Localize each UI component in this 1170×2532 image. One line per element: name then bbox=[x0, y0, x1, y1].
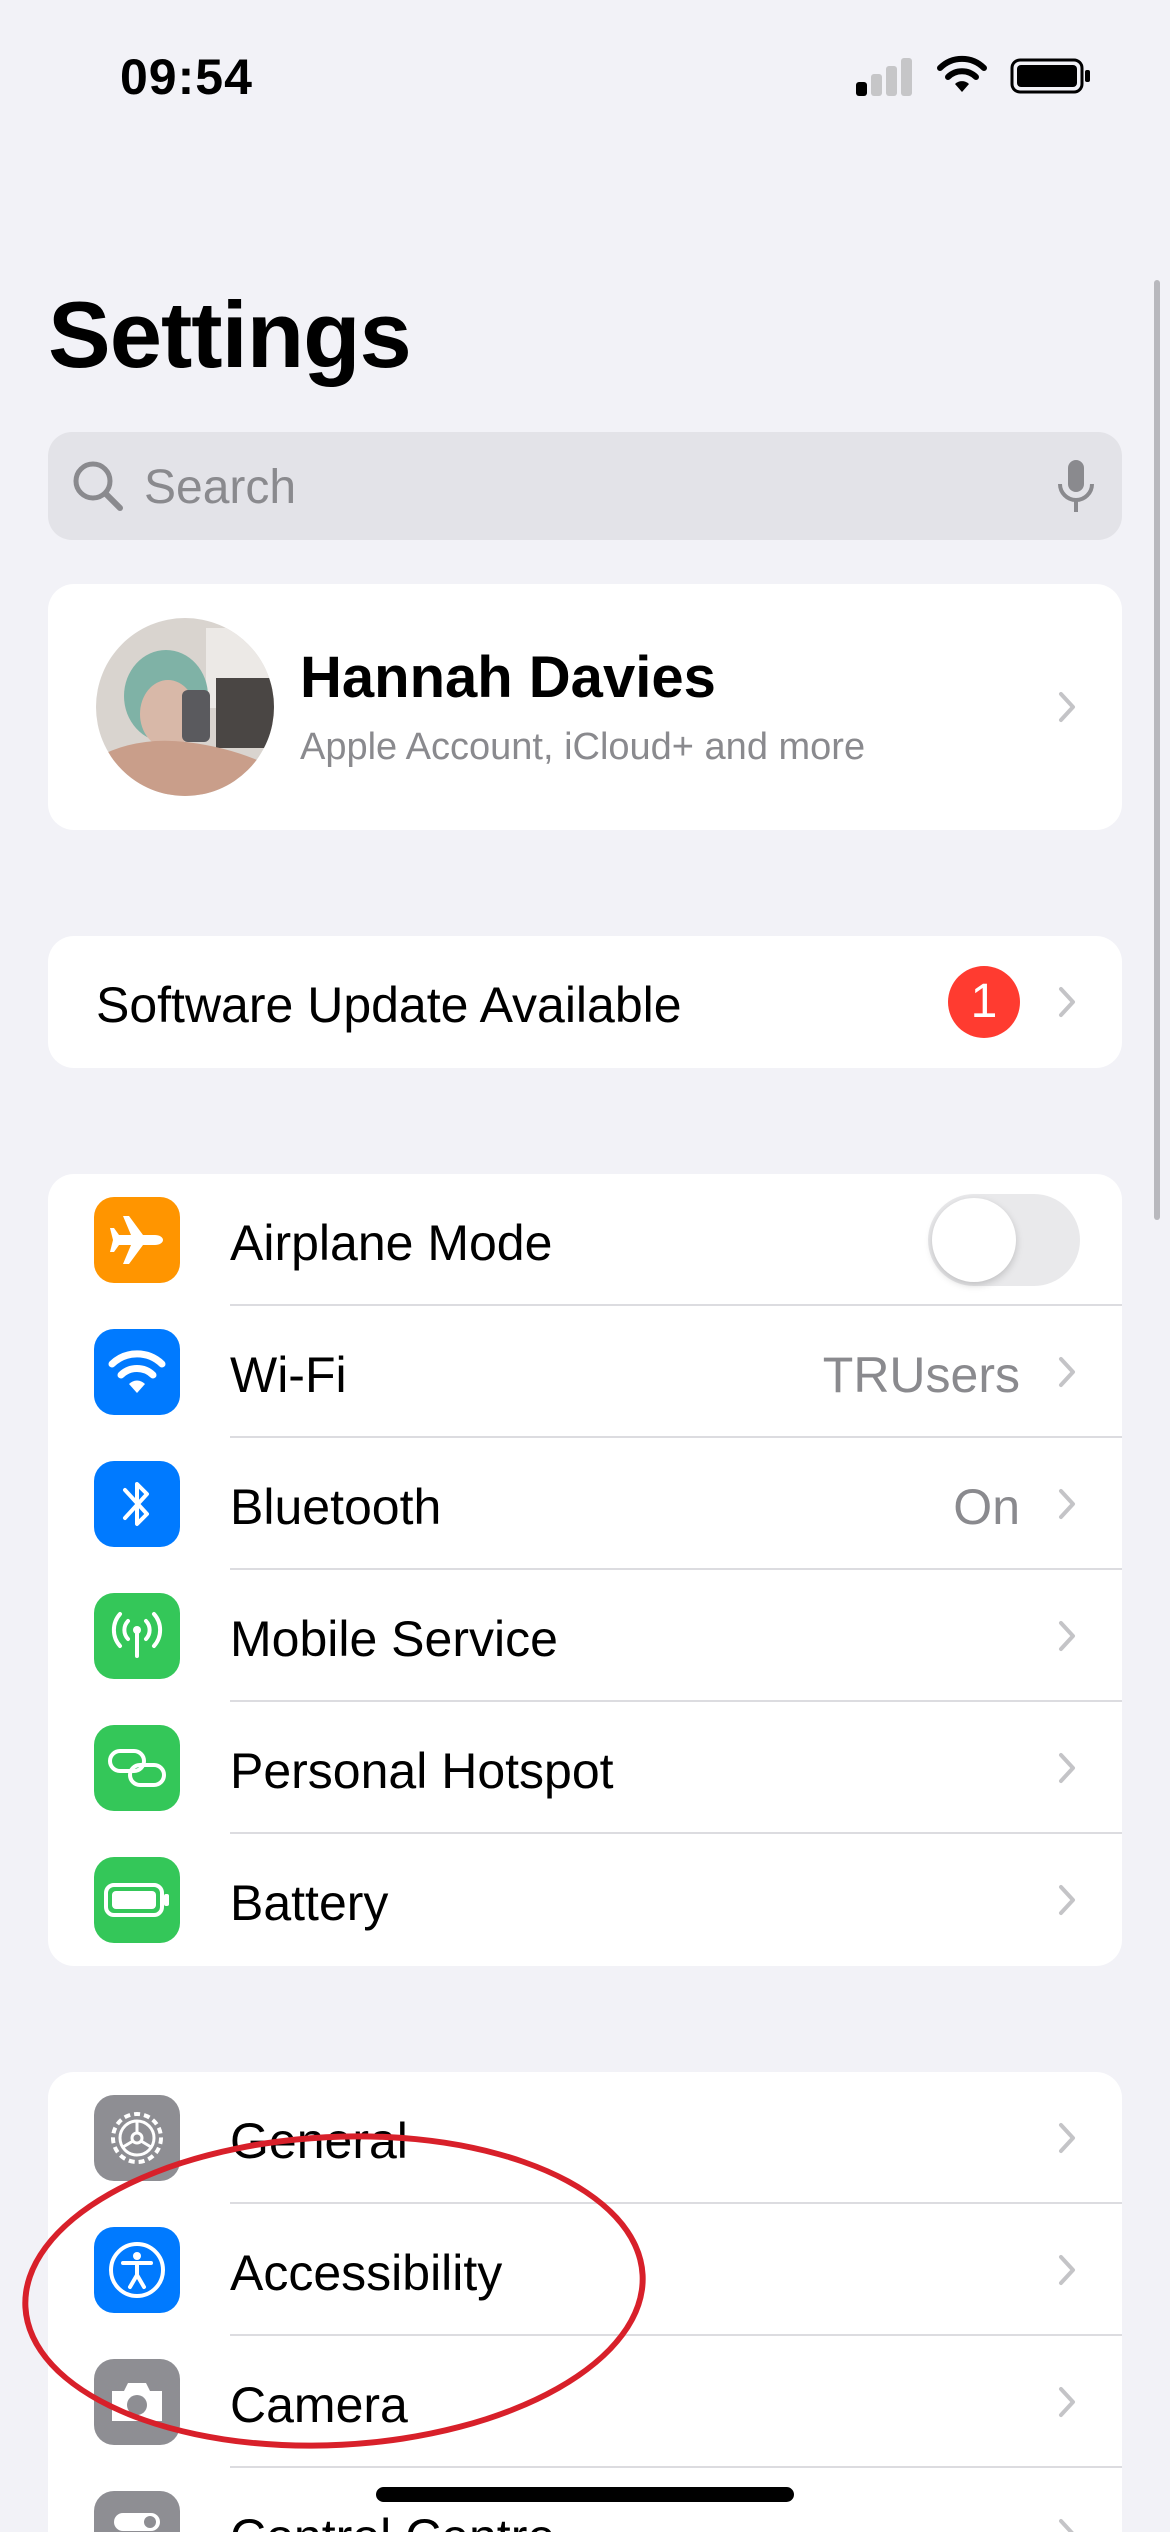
row-label: Battery bbox=[230, 1875, 389, 1931]
status-bar: 09:54 bbox=[0, 0, 1170, 150]
battery-icon bbox=[94, 1857, 180, 1943]
status-time: 09:54 bbox=[120, 49, 253, 105]
wifi-icon bbox=[937, 55, 987, 92]
camera-row[interactable]: Camera bbox=[48, 2336, 1122, 2468]
profile-subtitle: Apple Account, iCloud+ and more bbox=[300, 726, 866, 768]
personal-hotspot-row[interactable]: Personal Hotspot bbox=[48, 1702, 1122, 1834]
bluetooth-icon bbox=[94, 1461, 180, 1547]
chevron-right-icon bbox=[1059, 2123, 1075, 2153]
chevron-right-icon bbox=[1059, 692, 1075, 722]
software-update-label: Software Update Available bbox=[96, 977, 682, 1033]
general-group: General Accessibility Camera Control Cen… bbox=[48, 2072, 1122, 2532]
row-value: On bbox=[953, 1479, 1020, 1535]
bluetooth-row[interactable]: Bluetooth On bbox=[48, 1438, 1122, 1570]
row-label: Bluetooth bbox=[230, 1479, 442, 1535]
general-row[interactable]: General bbox=[48, 2072, 1122, 2204]
row-label: Mobile Service bbox=[230, 1611, 558, 1667]
chevron-right-icon bbox=[1059, 1357, 1075, 1387]
battery-icon bbox=[1010, 58, 1090, 94]
search-field[interactable]: Search bbox=[48, 432, 1122, 540]
airplane-icon bbox=[94, 1197, 180, 1283]
magnifying-glass-icon bbox=[73, 461, 123, 511]
chevron-right-icon bbox=[1059, 2255, 1075, 2285]
row-label: Camera bbox=[230, 2377, 408, 2433]
airplane-mode-row[interactable]: Airplane Mode bbox=[48, 1174, 1122, 1306]
chevron-right-icon bbox=[1059, 1621, 1075, 1651]
mobile-service-row[interactable]: Mobile Service bbox=[48, 1570, 1122, 1702]
row-label: Personal Hotspot bbox=[230, 1743, 614, 1799]
row-label: Accessibility bbox=[230, 2245, 503, 2301]
microphone-icon[interactable] bbox=[1056, 458, 1096, 516]
camera-icon bbox=[94, 2359, 180, 2445]
row-label: General bbox=[230, 2113, 408, 2169]
chevron-right-icon bbox=[1059, 987, 1075, 1017]
search-placeholder: Search bbox=[144, 461, 297, 514]
accessibility-icon bbox=[94, 2227, 180, 2313]
battery-row[interactable]: Battery bbox=[48, 1834, 1122, 1966]
chevron-right-icon bbox=[1059, 1753, 1075, 1783]
chevron-right-icon bbox=[1059, 1489, 1075, 1519]
wifi-row[interactable]: Wi-Fi TRUsers bbox=[48, 1306, 1122, 1438]
chevron-right-icon bbox=[1059, 1885, 1075, 1915]
cellular-signal-icon bbox=[856, 56, 914, 96]
chevron-right-icon bbox=[1059, 2519, 1074, 2532]
airplane-mode-toggle[interactable] bbox=[928, 1194, 1080, 1286]
link-icon bbox=[94, 1725, 180, 1811]
notification-badge: 1 bbox=[948, 966, 1020, 1038]
gear-icon bbox=[94, 2095, 180, 2181]
apple-account-cell[interactable]: Hannah Davies Apple Account, iCloud+ and… bbox=[48, 584, 1122, 830]
scroll-indicator[interactable] bbox=[1154, 280, 1160, 1220]
home-indicator[interactable] bbox=[376, 2487, 794, 2502]
wifi-icon bbox=[94, 1329, 180, 1415]
row-label: Airplane Mode bbox=[230, 1215, 553, 1271]
row-value: TRUsers bbox=[822, 1347, 1020, 1403]
toggle-knob bbox=[932, 1198, 1016, 1282]
chevron-right-icon bbox=[1059, 2387, 1075, 2417]
switches-icon bbox=[94, 2491, 180, 2532]
software-update-cell[interactable]: Software Update Available 1 bbox=[48, 936, 1122, 1068]
avatar bbox=[96, 618, 274, 796]
connectivity-group: Airplane Mode Wi-Fi TRUsers Bluetooth On… bbox=[48, 1174, 1122, 1966]
profile-name: Hannah Davies bbox=[300, 645, 716, 710]
page-title: Settings bbox=[48, 282, 412, 387]
row-label: Control Centre bbox=[230, 2508, 555, 2532]
antenna-icon bbox=[94, 1593, 180, 1679]
row-label: Wi-Fi bbox=[230, 1347, 347, 1403]
accessibility-row[interactable]: Accessibility bbox=[48, 2204, 1122, 2336]
